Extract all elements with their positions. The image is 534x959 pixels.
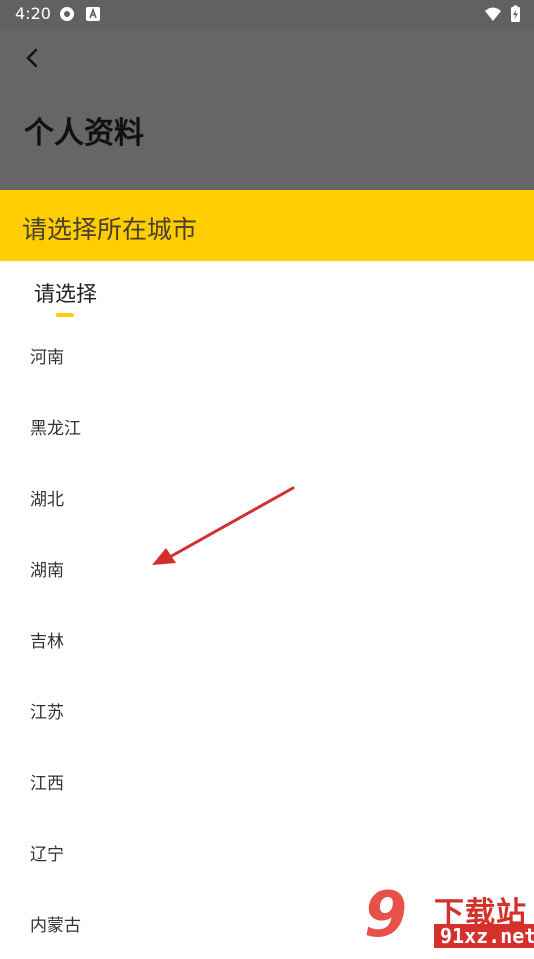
banner-text: 请选择所在城市	[22, 215, 198, 244]
sync-icon	[60, 7, 74, 21]
wifi-icon	[485, 7, 501, 21]
list-item[interactable]: 黑龙江	[0, 391, 534, 462]
tab-please-select[interactable]: 请选择	[34, 278, 97, 317]
list-item[interactable]: 辽宁	[0, 817, 534, 888]
watermark-logo: 9 下载站 91xz.net	[364, 878, 534, 951]
battery-charging-icon	[511, 5, 520, 22]
list-item[interactable]: 河南	[0, 320, 534, 391]
page-title: 个人资料	[24, 116, 144, 151]
header: 个人资料	[0, 28, 534, 190]
tab-indicator	[56, 313, 74, 317]
city-select-banner: 请选择所在城市	[0, 190, 534, 261]
watermark-number: 9	[364, 878, 408, 951]
app-notification-icon	[86, 7, 100, 21]
status-time: 4:20	[15, 4, 51, 23]
province-list: 河南 黑龙江 湖北 湖南 吉林 江苏 江西 辽宁 内蒙古	[0, 320, 534, 959]
back-arrow-icon[interactable]	[18, 44, 46, 72]
list-item[interactable]: 吉林	[0, 604, 534, 675]
list-item[interactable]: 江苏	[0, 675, 534, 746]
list-item[interactable]: 江西	[0, 746, 534, 817]
tab-label: 请选择	[34, 282, 97, 306]
list-item[interactable]: 湖南	[0, 533, 534, 604]
list-item[interactable]: 湖北	[0, 462, 534, 533]
watermark-site: 91xz.net	[434, 924, 534, 948]
status-bar: 4:20	[0, 0, 534, 28]
